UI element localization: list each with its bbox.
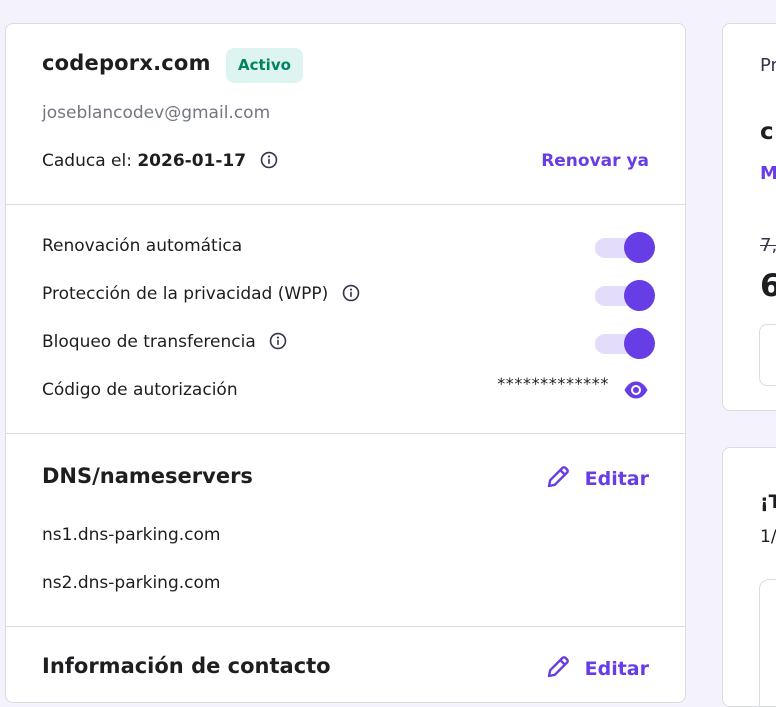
info-icon[interactable] — [269, 332, 287, 350]
contact-section-title: Información de contacto — [42, 654, 331, 678]
info-icon[interactable] — [342, 284, 360, 302]
privacy-row: Protección de la privacidad (WPP) — [42, 284, 360, 304]
eye-icon[interactable] — [623, 379, 649, 401]
side-card-button[interactable] — [759, 324, 776, 386]
side-card-2-progress: 1/3 — [760, 527, 776, 547]
dns-edit-label: Editar — [584, 468, 649, 490]
domain-card: codeporx.com Activo joseblancodev@gmail.… — [5, 23, 686, 703]
expiry-label: Caduca el: — [42, 151, 138, 171]
expiry-date: 2026-01-17 — [137, 151, 247, 171]
info-icon[interactable] — [260, 151, 278, 169]
side-card-2-panel — [759, 579, 776, 706]
transfer-lock-row: Bloqueo de transferencia — [42, 332, 287, 352]
toggle-knob — [624, 328, 655, 359]
side-card-link[interactable]: M — [760, 163, 776, 184]
pencil-icon — [547, 466, 569, 488]
side-card-2-heading: ¡T — [760, 491, 776, 513]
renew-now-link[interactable]: Renovar ya — [541, 151, 649, 171]
side-card-price: 6 — [760, 268, 776, 304]
divider — [6, 626, 685, 627]
auth-code-label: Código de autorización — [42, 380, 238, 400]
side-offer-card: Pr c M 7, 6 — [722, 23, 776, 411]
transfer-lock-label: Bloqueo de transferencia — [42, 332, 256, 352]
toggle-knob — [624, 232, 655, 263]
dns-edit-button[interactable]: Editar — [545, 464, 649, 490]
pencil-icon — [547, 656, 569, 678]
side-progress-card: ¡T 1/3 — [722, 447, 776, 707]
auth-code-value: ************* — [497, 374, 609, 393]
auto-renew-label: Renovación automática — [42, 236, 243, 256]
side-card-heading: Pr — [760, 55, 776, 76]
owner-email: joseblancodev@gmail.com — [42, 103, 271, 123]
privacy-label: Protección de la privacidad (WPP) — [42, 284, 329, 304]
nameserver-1: ns1.dns-parking.com — [42, 525, 221, 545]
divider — [6, 433, 685, 434]
contact-edit-label: Editar — [584, 658, 649, 680]
nameserver-2: ns2.dns-parking.com — [42, 573, 221, 593]
status-badge: Activo — [226, 48, 303, 83]
transfer-lock-toggle[interactable] — [595, 327, 655, 359]
contact-edit-button[interactable]: Editar — [545, 654, 649, 680]
side-card-domain: c — [760, 119, 774, 145]
dns-section-title: DNS/nameservers — [42, 464, 253, 488]
auto-renew-toggle[interactable] — [595, 231, 655, 263]
side-card-old-price: 7, — [760, 235, 776, 256]
expiry-row: Caduca el: 2026-01-17 — [42, 151, 278, 171]
divider — [6, 204, 685, 205]
domain-name: codeporx.com — [42, 51, 211, 75]
toggle-knob — [624, 280, 655, 311]
privacy-toggle[interactable] — [595, 279, 655, 311]
